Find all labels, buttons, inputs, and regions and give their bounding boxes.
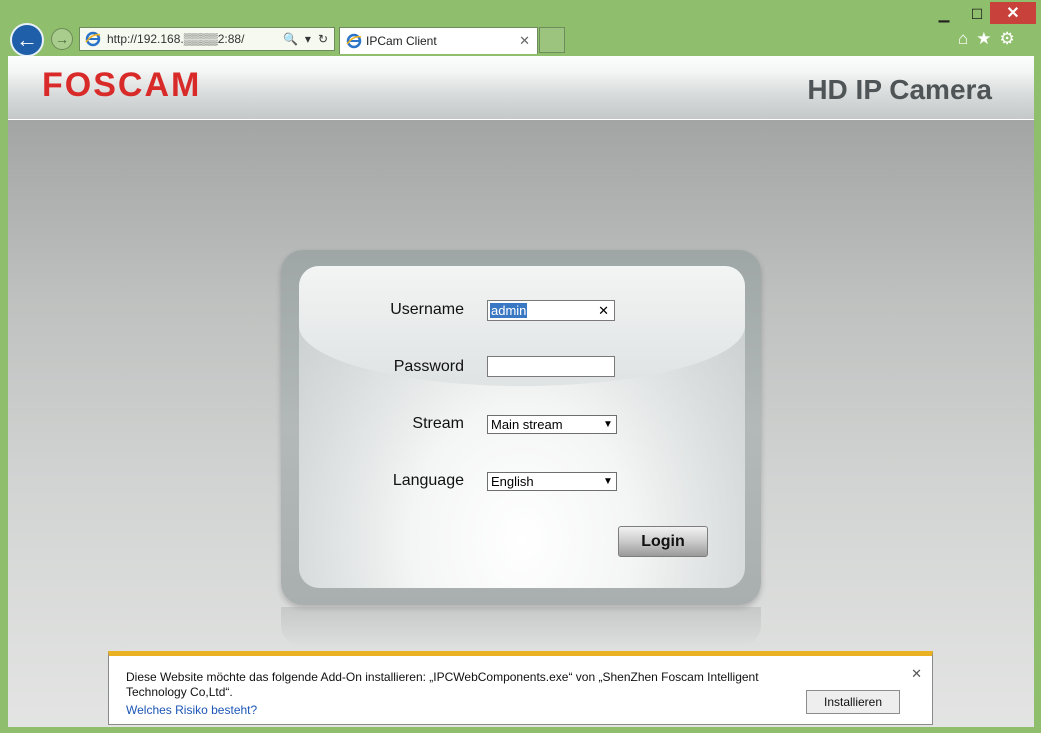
login-button[interactable]: Login — [618, 526, 708, 557]
tab-ipcam-client[interactable]: IPCam Client ✕ — [339, 27, 538, 54]
chevron-down-icon: ▼ — [603, 476, 613, 487]
install-button[interactable]: Installieren — [806, 690, 900, 714]
chevron-down-icon[interactable]: ▾ — [305, 32, 311, 46]
gear-icon[interactable]: ⚙ — [1000, 29, 1015, 49]
close-icon[interactable]: ✕ — [911, 666, 922, 682]
stream-value: Main stream — [491, 417, 563, 432]
password-field[interactable] — [487, 356, 615, 377]
maximize-button[interactable]: ☐ — [962, 2, 992, 26]
close-window-button[interactable]: ✕ — [990, 2, 1036, 24]
page-content: FOSCAM HD IP Camera Username admin ✕ Pas… — [8, 56, 1034, 727]
arrow-right-icon: → — [55, 31, 69, 47]
browser-window: ▁ ☐ ✕ ← → http://192.168.▒▒▒▒2:88/ 🔍 ▾ ↻… — [0, 0, 1041, 733]
notification-message: Diese Website möchte das folgende Add-On… — [126, 670, 759, 699]
search-icon[interactable]: 🔍 — [283, 32, 298, 46]
panel-reflection — [281, 607, 761, 647]
language-value: English — [491, 474, 534, 489]
foscam-logo: FOSCAM — [42, 66, 202, 104]
risk-link[interactable]: Welches Risiko besteht? — [126, 703, 257, 717]
language-label: Language — [392, 472, 464, 489]
minimize-button[interactable]: ▁ — [929, 2, 959, 26]
home-icon[interactable]: ⌂ — [958, 29, 968, 49]
url-text[interactable]: http://192.168.▒▒▒▒2:88/ — [107, 32, 283, 46]
refresh-icon[interactable]: ↻ — [318, 32, 328, 46]
username-label: Username — [390, 301, 464, 318]
stream-select[interactable]: Main stream ▼ — [487, 415, 617, 434]
forward-button[interactable]: → — [51, 28, 73, 50]
username-value: admin — [490, 303, 528, 318]
page-header: FOSCAM HD IP Camera — [8, 56, 1034, 120]
new-tab-button[interactable] — [539, 27, 565, 53]
back-button[interactable]: ← — [10, 23, 44, 57]
address-bar[interactable]: http://192.168.▒▒▒▒2:88/ 🔍 ▾ ↻ — [79, 27, 335, 51]
password-label: Password — [393, 358, 464, 375]
addon-notification-bar: Diese Website möchte das folgende Add-On… — [108, 651, 933, 725]
tab-title: IPCam Client — [366, 34, 437, 48]
ie-logo-icon — [85, 31, 101, 47]
stream-label: Stream — [412, 415, 464, 432]
page-title: HD IP Camera — [807, 74, 992, 105]
close-icon[interactable]: ✕ — [519, 33, 530, 49]
clear-icon[interactable]: ✕ — [598, 303, 609, 319]
star-icon[interactable]: ★ — [976, 29, 991, 49]
ie-logo-icon — [346, 33, 362, 49]
username-field[interactable]: admin ✕ — [487, 300, 615, 321]
language-select[interactable]: English ▼ — [487, 472, 617, 491]
chevron-down-icon: ▼ — [603, 419, 613, 430]
arrow-left-icon: ← — [16, 27, 38, 52]
